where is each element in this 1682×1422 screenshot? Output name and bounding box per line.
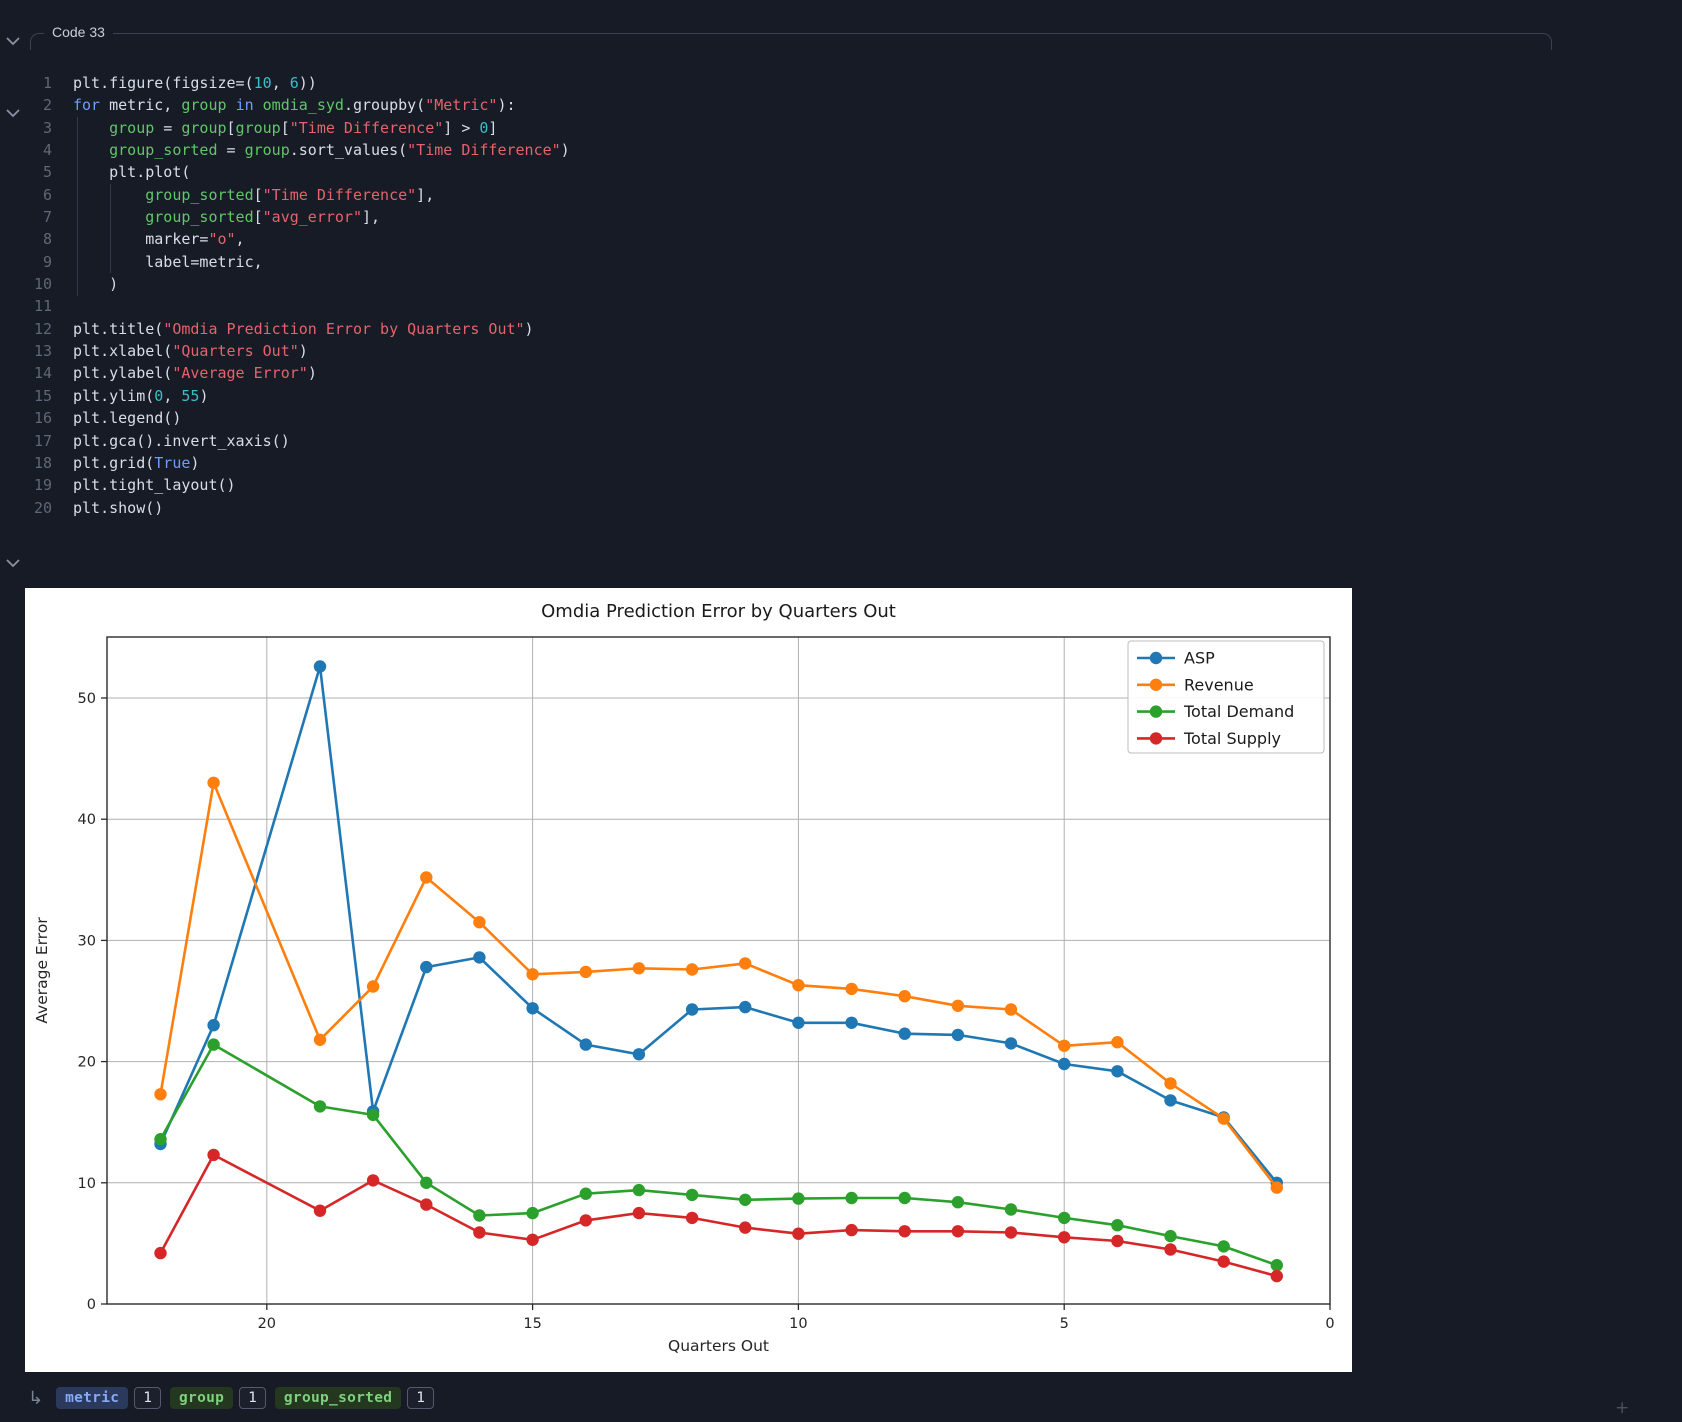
line-number: 6 [42, 185, 52, 204]
code-line: 8 marker="o", [0, 228, 1560, 250]
code-text: plt.grid(True) [73, 453, 200, 472]
cell-collapse-chevron-icon[interactable] [5, 36, 21, 46]
output-collapse-chevron-icon[interactable] [5, 558, 21, 568]
line-number: 18 [33, 453, 52, 472]
svg-text:10: 10 [789, 1316, 807, 1332]
code-text: group = group[group["Time Difference"] >… [109, 118, 498, 137]
variable-count-badge[interactable]: 1 [239, 1387, 266, 1409]
code-text: marker="o", [145, 230, 245, 249]
code-text: plt.plot( [109, 163, 191, 182]
code-line: 12 plt.title("Omdia Prediction Error by Q… [0, 318, 1560, 340]
code-text: plt.legend() [73, 409, 182, 428]
svg-text:5: 5 [1060, 1316, 1069, 1332]
code-line: 10) [0, 273, 1560, 295]
line-number: 1 [42, 74, 52, 92]
code-text: plt.figure(figsize=(10, 6)) [73, 74, 317, 92]
code-line: 16 plt.legend() [0, 407, 1560, 429]
svg-text:20: 20 [78, 1055, 96, 1071]
code-line: 17 plt.gca().invert_xaxis() [0, 430, 1560, 452]
line-number: 14 [33, 364, 52, 383]
svg-text:30: 30 [78, 933, 96, 949]
code-editor[interactable]: 1 plt.figure(figsize=(10, 6)) 2 for metric,… [0, 72, 1560, 519]
variables-status-bar: ↳ metric 1 group 1 group_sorted 1 [28, 1387, 434, 1409]
code-line: 3 group = group[group["Time Difference"] … [0, 117, 1560, 139]
code-line: 1 plt.figure(figsize=(10, 6)) [0, 72, 1560, 94]
code-line: 18 plt.grid(True) [0, 452, 1560, 474]
svg-text:20: 20 [258, 1316, 276, 1332]
code-line: 2 for metric, group in omdia_syd.groupby(… [0, 94, 1560, 116]
svg-text:0: 0 [87, 1297, 96, 1313]
svg-text:15: 15 [523, 1316, 541, 1332]
code-text: for metric, group in omdia_syd.groupby("… [73, 96, 516, 115]
code-line: 19 plt.tight_layout() [0, 474, 1560, 496]
code-text: plt.tight_layout() [73, 476, 236, 495]
line-number: 17 [33, 431, 52, 450]
output-chart: 20 15 10 5 0 0 10 20 30 40 50 Omdia Prediction Erro… [25, 588, 1352, 1372]
code-line: 4 group_sorted = group.sort_values("Time … [0, 139, 1560, 161]
code-text: plt.show() [73, 498, 164, 517]
svg-text:50: 50 [78, 691, 96, 707]
svg-text:Revenue: Revenue [1184, 675, 1254, 694]
line-number: 15 [33, 386, 52, 405]
line-number: 10 [33, 275, 52, 294]
line-number: 4 [42, 141, 52, 160]
line-number: 2 [42, 96, 52, 115]
line-number: 13 [33, 342, 52, 361]
svg-text:Omdia Prediction Error by Quar: Omdia Prediction Error by Quarters Out [541, 601, 896, 622]
line-number: 3 [42, 118, 52, 137]
cell-title: Code 33 [44, 24, 113, 40]
code-text: label=metric, [145, 252, 263, 271]
code-line: 14 plt.ylabel("Average Error") [0, 362, 1560, 384]
line-number: 8 [42, 230, 52, 249]
code-line: 20 plt.show() [0, 497, 1560, 519]
code-line: 9 label=metric, [0, 251, 1560, 273]
variable-badge[interactable]: group [170, 1387, 234, 1409]
svg-text:Quarters Out: Quarters Out [668, 1337, 769, 1355]
svg-text:ASP: ASP [1184, 649, 1215, 668]
notebook-page: Code 33 1 plt.figure(figsize=(10, 6)) 2 for… [0, 0, 1682, 1422]
svg-text:40: 40 [78, 812, 96, 828]
line-number: 11 [33, 297, 52, 316]
cell-border [30, 33, 1552, 50]
line-number: 20 [33, 498, 52, 517]
svg-text:Average Error: Average Error [33, 917, 51, 1024]
variable-count-badge[interactable]: 1 [407, 1387, 434, 1409]
code-line: 15 plt.ylim(0, 55) [0, 385, 1560, 407]
line-number: 16 [33, 409, 52, 428]
line-number: 5 [42, 163, 52, 182]
variable-count-badge[interactable]: 1 [134, 1387, 162, 1409]
code-line: 13 plt.xlabel("Quarters Out") [0, 340, 1560, 362]
return-arrow-icon: ↳ [28, 1387, 44, 1409]
code-text: plt.xlabel("Quarters Out") [73, 342, 308, 361]
code-line: 11 [0, 295, 1560, 317]
code-line: 5 plt.plot( [0, 161, 1560, 183]
plus-icon[interactable]: + [1615, 1398, 1629, 1418]
code-text: group_sorted["avg_error"], [145, 208, 381, 227]
variable-badge[interactable]: metric [56, 1387, 129, 1409]
code-line: 7 group_sorted["avg_error"], [0, 206, 1560, 228]
svg-text:Total Demand: Total Demand [1183, 702, 1294, 721]
line-number: 19 [33, 476, 52, 495]
code-text: group_sorted["Time Difference"], [145, 185, 435, 204]
line-number: 7 [42, 208, 52, 227]
variable-badge[interactable]: group_sorted [274, 1387, 402, 1409]
code-text: plt.ylim(0, 55) [73, 386, 209, 405]
code-text: ) [109, 275, 119, 294]
svg-text:10: 10 [78, 1176, 96, 1192]
svg-text:Total Supply: Total Supply [1183, 729, 1281, 748]
code-line: 6 group_sorted["Time Difference"], [0, 184, 1560, 206]
code-text: plt.ylabel("Average Error") [73, 364, 317, 383]
code-text: plt.gca().invert_xaxis() [73, 431, 290, 450]
svg-text:0: 0 [1325, 1316, 1334, 1332]
code-text: plt.title("Omdia Prediction Error by Qua… [73, 319, 534, 338]
line-number: 12 [33, 319, 52, 338]
code-text: group_sorted = group.sort_values("Time D… [109, 141, 570, 160]
line-number: 9 [42, 252, 52, 271]
